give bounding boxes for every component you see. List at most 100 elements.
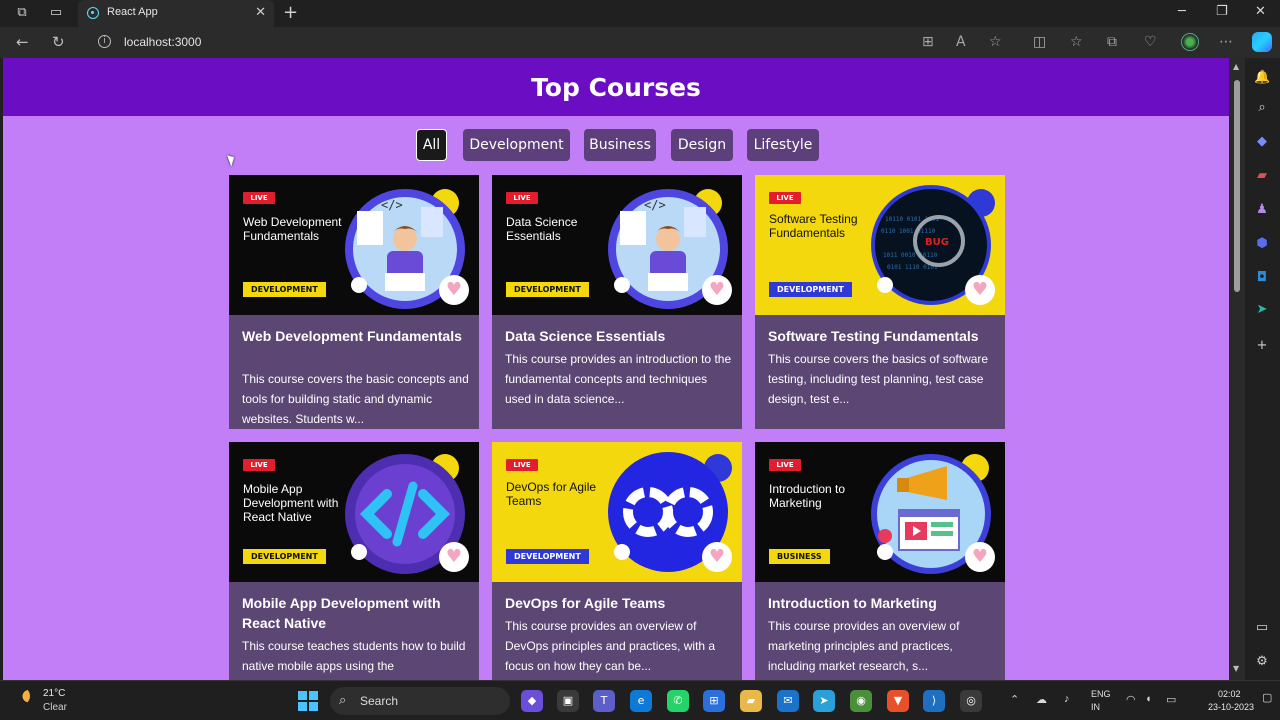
close-window-icon[interactable]: ✕ <box>1255 4 1266 19</box>
filter-business-button[interactable]: Business <box>584 129 656 161</box>
games-icon[interactable]: ♟ <box>1254 202 1270 218</box>
app-available-icon[interactable]: ⊞ <box>922 34 934 50</box>
favorites-icon[interactable]: ☆ <box>1070 34 1083 50</box>
wifi-icon[interactable]: ◠ <box>1126 693 1136 706</box>
svg-text:0110 1001 01110: 0110 1001 01110 <box>881 228 936 235</box>
settings-gear-icon[interactable]: ⚙ <box>1254 654 1270 670</box>
teams-icon[interactable]: T <box>593 690 615 712</box>
profile-avatar[interactable] <box>1181 33 1199 51</box>
decorative-dot <box>877 544 893 560</box>
split-screen-icon[interactable]: ◫ <box>1033 34 1046 50</box>
decorative-dot <box>877 277 893 293</box>
favorite-heart-icon[interactable]: ♥ <box>702 542 732 572</box>
browser-essentials-icon[interactable]: ♡ <box>1144 34 1157 50</box>
web-page: Top Courses All Development Business Des… <box>3 58 1229 680</box>
course-title: Introduction to Marketing <box>768 595 937 611</box>
filter-all-button[interactable]: All <box>416 129 447 161</box>
favorite-heart-icon[interactable]: ♥ <box>439 542 469 572</box>
tab-actions-icon[interactable]: ▭ <box>48 5 64 21</box>
more-menu-icon[interactable]: ⋯ <box>1219 34 1233 50</box>
whatsapp-icon[interactable]: ✆ <box>667 690 689 712</box>
language-indicator[interactable]: ENG <box>1091 689 1111 699</box>
clock-date[interactable]: 23-10-2023 <box>1208 702 1254 712</box>
windows-start-icon[interactable] <box>298 691 318 711</box>
edge-icon[interactable]: e <box>630 690 652 712</box>
shopping-tag-icon[interactable]: ◆ <box>1254 134 1270 150</box>
outlook-icon[interactable]: ◘ <box>1254 270 1270 286</box>
github-icon[interactable]: ◎ <box>960 690 982 712</box>
search-sidebar-icon[interactable]: ⌕ <box>1254 100 1270 116</box>
minimize-icon[interactable]: ─ <box>1178 4 1186 19</box>
file-explorer-icon[interactable]: ▰ <box>740 690 762 712</box>
brave-icon[interactable]: ▼ <box>887 690 909 712</box>
favorite-heart-icon[interactable]: ♥ <box>965 275 995 305</box>
favorite-heart-icon[interactable]: ♥ <box>439 275 469 305</box>
site-info-icon[interactable]: i <box>98 35 111 48</box>
workspaces-icon[interactable]: ⧉ <box>14 5 30 21</box>
favorite-heart-icon[interactable]: ♥ <box>965 542 995 572</box>
chrome-icon[interactable]: ◉ <box>850 690 872 712</box>
course-card[interactable]: LIVE Introduction to Marketing BUSINESS … <box>755 442 1005 680</box>
bell-icon[interactable]: 🔔 <box>1254 70 1270 86</box>
mail-icon[interactable]: ✉ <box>777 690 799 712</box>
decorative-dot <box>351 277 367 293</box>
new-tab-icon[interactable]: + <box>283 2 298 23</box>
course-card[interactable]: LIVE Web Development Fundamentals DEVELO… <box>229 175 479 429</box>
read-aloud-icon[interactable]: A <box>956 34 966 50</box>
page-scrollbar[interactable]: ▲ ▼ <box>1229 58 1245 680</box>
scroll-down-icon[interactable]: ▼ <box>1233 664 1239 673</box>
store-icon[interactable]: ⊞ <box>703 690 725 712</box>
close-tab-icon[interactable]: ✕ <box>255 5 266 20</box>
office-icon[interactable]: ⬢ <box>1254 236 1270 252</box>
course-card[interactable]: LIVE Data Science Essentials DEVELOPMENT… <box>492 175 742 429</box>
filter-development-button[interactable]: Development <box>463 129 570 161</box>
course-description: This course provides an overview of DevO… <box>505 619 716 673</box>
vscode-icon[interactable]: ⟩ <box>923 690 945 712</box>
browser-tab[interactable]: React App ✕ <box>78 0 274 27</box>
notification-icon[interactable]: ▢ <box>1262 691 1272 704</box>
taskbar-search[interactable]: ⌕ Search <box>330 687 510 715</box>
telegram-icon[interactable]: ➤ <box>813 690 835 712</box>
favorite-heart-icon[interactable]: ♥ <box>702 275 732 305</box>
live-badge: LIVE <box>769 192 801 204</box>
scroll-up-icon[interactable]: ▲ <box>1233 62 1239 71</box>
battery-icon[interactable]: ▭ <box>1166 693 1176 706</box>
course-title: Data Science Essentials <box>505 328 666 344</box>
collections-icon[interactable]: ⧉ <box>1107 34 1117 50</box>
sidebar-layout-icon[interactable]: ▭ <box>1254 620 1270 636</box>
weather-temperature[interactable]: 21°C <box>43 688 65 699</box>
course-description: This course provides an introduction to … <box>505 352 732 406</box>
maximize-icon[interactable]: ❐ <box>1216 4 1228 19</box>
live-badge: LIVE <box>243 192 275 204</box>
search-label: Search <box>360 694 399 708</box>
microphone-icon[interactable]: ♪ <box>1064 693 1070 705</box>
tray-chevron-icon[interactable]: ⌃ <box>1010 693 1019 706</box>
svg-text:</>: </> <box>381 198 403 212</box>
onedrive-icon[interactable]: ☁ <box>1036 693 1047 706</box>
scroll-thumb[interactable] <box>1234 80 1240 292</box>
favorite-star-icon[interactable]: ☆ <box>989 34 1002 50</box>
filter-design-button[interactable]: Design <box>671 129 733 161</box>
course-card[interactable]: LIVE Mobile App Development with React N… <box>229 442 479 680</box>
refresh-icon[interactable]: ↻ <box>52 33 65 51</box>
tools-icon[interactable]: ▰ <box>1254 168 1270 184</box>
filter-lifestyle-button[interactable]: Lifestyle <box>747 129 819 161</box>
copilot-icon[interactable] <box>1252 32 1272 52</box>
send-icon[interactable]: ➤ <box>1254 302 1270 318</box>
weather-condition[interactable]: Clear <box>43 702 67 713</box>
live-badge: LIVE <box>769 459 801 471</box>
clock-time[interactable]: 02:02 <box>1218 689 1241 699</box>
course-card[interactable]: LIVE Software Testing Fundamentals DEVEL… <box>755 175 1005 429</box>
svg-text:BUG: BUG <box>925 237 949 248</box>
url-field[interactable]: localhost:3000 <box>124 35 201 49</box>
task-view-icon[interactable]: ▣ <box>557 690 579 712</box>
page-title: Top Courses <box>531 73 701 102</box>
moon-weather-icon[interactable] <box>18 689 36 707</box>
address-bar: ← ↻ i localhost:3000 ⊞ A ☆ ◫ ☆ ⧉ ♡ ⋯ <box>0 27 1280 58</box>
course-card[interactable]: LIVE DevOps for Agile Teams DEVELOPMENT … <box>492 442 742 680</box>
volume-icon[interactable]: ◖ <box>1145 693 1152 705</box>
back-icon[interactable]: ← <box>16 33 29 51</box>
language-region[interactable]: IN <box>1091 702 1100 712</box>
add-sidebar-icon[interactable]: + <box>1254 338 1270 354</box>
widget-app-icon[interactable]: ◆ <box>521 690 543 712</box>
